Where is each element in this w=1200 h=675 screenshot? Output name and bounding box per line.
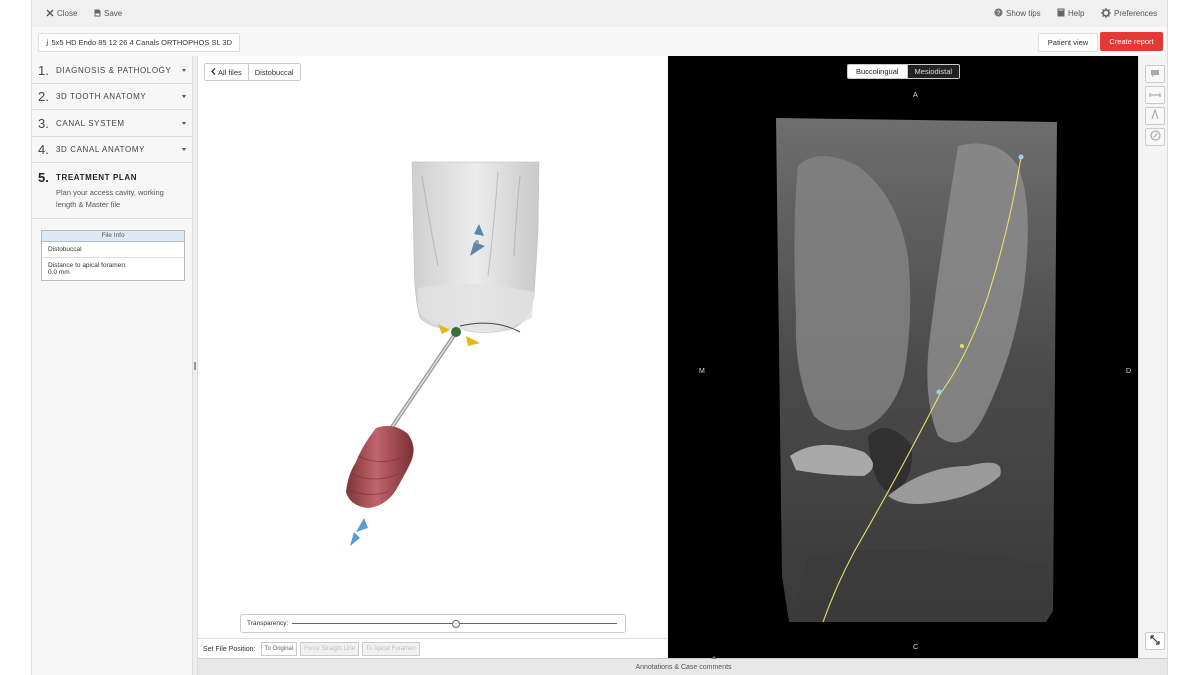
ct-slice-viewer[interactable]: Buccolingual Mesiodistal A M D C	[668, 56, 1138, 658]
help-button[interactable]: Help	[1057, 0, 1084, 27]
close-label: Close	[57, 9, 78, 18]
step-number: 4.	[38, 142, 49, 157]
step-label: CANAL SYSTEM	[56, 119, 125, 128]
step-label: TREATMENT PLAN	[56, 173, 138, 182]
file-info-name: Distobuccal	[42, 242, 184, 258]
top-bar: Close Save ? Show tips Help Preferences	[32, 0, 1167, 28]
expand-icon	[1150, 632, 1160, 650]
preferences-label: Preferences	[1114, 9, 1158, 18]
to-apical-foramen-button[interactable]: To Apical Foramen	[361, 642, 420, 656]
file-info-panel: File Info Distobuccal Distance to apical…	[41, 230, 185, 281]
save-button[interactable]: Save	[94, 0, 122, 27]
chevron-down-icon	[182, 148, 186, 151]
file-info-distance: Distance to apical foramen: 0.0 mm	[42, 258, 184, 280]
annotations-label: Annotations & Case comments	[635, 664, 732, 671]
tooth-model	[346, 161, 540, 546]
step-tooth-anatomy[interactable]: 2. 3D TOOTH ANATOMY	[32, 84, 192, 110]
angle-tool[interactable]	[1145, 107, 1165, 125]
step-label: 3D TOOTH ANATOMY	[56, 92, 147, 101]
comment-icon	[1150, 65, 1160, 83]
show-tips-label: Show tips	[1006, 9, 1041, 18]
measure-tool[interactable]	[1145, 86, 1165, 104]
patient-view-button[interactable]: Patient view	[1038, 33, 1098, 52]
step-canal-system[interactable]: 3. CANAL SYSTEM	[32, 111, 192, 137]
close-icon	[46, 9, 54, 19]
ct-tools	[1138, 56, 1167, 658]
annotate-tool[interactable]	[1145, 65, 1165, 83]
step-description: Plan your access cavity, working length …	[56, 188, 164, 209]
ct-scan-image	[776, 118, 1057, 623]
step-canal-anatomy[interactable]: 4. 3D CANAL ANATOMY	[32, 137, 192, 163]
step-number: 2.	[38, 89, 49, 104]
step-label: DIAGNOSIS & PATHOLOGY	[56, 66, 172, 75]
set-file-position-bar: Set File Position: To Original Force Str…	[198, 638, 667, 659]
close-button[interactable]: Close	[46, 0, 77, 27]
distance-value: 0.0 mm	[48, 269, 70, 276]
annotations-drawer[interactable]: Annotations & Case comments	[198, 656, 1167, 675]
app-window: Close Save ? Show tips Help Preferences	[31, 0, 1168, 675]
chevron-down-icon	[182, 69, 186, 72]
force-straight-line-button[interactable]: Force Straight Line	[300, 642, 359, 656]
chevron-up-icon	[711, 656, 717, 659]
chevron-down-icon	[182, 122, 186, 125]
tooth-3d-viewer[interactable]: All files Distobuccal Transparency:	[198, 56, 667, 658]
step-number: 5.	[38, 170, 49, 185]
preferences-button[interactable]: Preferences	[1101, 0, 1157, 27]
help-circle-icon: ?	[994, 8, 1003, 19]
create-report-button[interactable]: Create report	[1100, 32, 1163, 51]
step-diagnosis[interactable]: 1. DIAGNOSIS & PATHOLOGY	[32, 58, 192, 84]
transparency-control: Transparency:	[240, 614, 626, 633]
help-label: Help	[1068, 9, 1085, 18]
to-original-button[interactable]: To Original	[260, 642, 298, 656]
step-number: 1.	[38, 63, 49, 78]
show-tips-button[interactable]: ? Show tips	[994, 0, 1041, 27]
set-position-label: Set File Position:	[203, 645, 256, 653]
workflow-sidebar: 1. DIAGNOSIS & PATHOLOGY 2. 3D TOOTH ANA…	[32, 56, 193, 675]
angle-icon	[1150, 107, 1160, 125]
gear-icon	[1101, 7, 1111, 20]
file-info-header: File Info	[42, 231, 184, 242]
measure-icon	[1149, 86, 1161, 104]
book-icon	[1057, 8, 1065, 19]
distance-label: Distance to apical foramen:	[48, 262, 127, 269]
orientation-tool[interactable]	[1145, 128, 1165, 146]
chevron-down-icon	[182, 95, 186, 98]
fullscreen-button[interactable]	[1145, 632, 1165, 650]
case-bar: i 5x5 HD Endo 85 12 26 4 Canals ORTHOPHO…	[32, 27, 1167, 57]
step-label: 3D CANAL ANATOMY	[56, 145, 146, 154]
step-number: 3.	[38, 116, 49, 131]
compass-icon	[1149, 128, 1161, 146]
transparency-slider-handle[interactable]	[451, 620, 460, 628]
step-treatment-plan[interactable]: 5. TREATMENT PLAN Plan your access cavit…	[32, 164, 192, 219]
transparency-label: Transparency:	[247, 620, 289, 627]
case-title-box[interactable]: i 5x5 HD Endo 85 12 26 4 Canals ORTHOPHO…	[38, 33, 241, 52]
save-label: Save	[104, 9, 123, 18]
save-icon	[94, 9, 101, 19]
case-title: 5x5 HD Endo 85 12 26 4 Canals ORTHOPHOS …	[51, 38, 233, 47]
info-icon: i	[46, 37, 49, 48]
